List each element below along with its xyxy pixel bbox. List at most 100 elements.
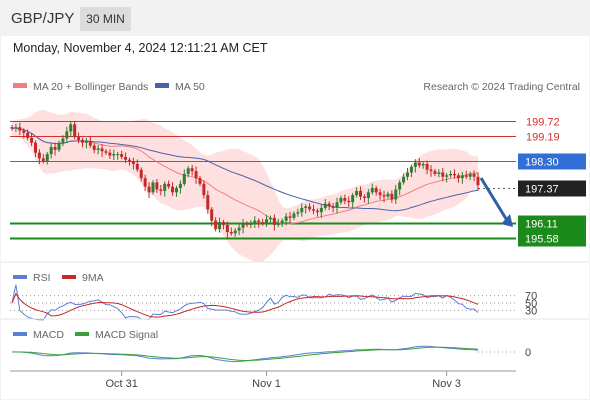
- candle-body: [116, 154, 120, 156]
- candle-body: [261, 222, 265, 224]
- candle-body: [10, 127, 14, 129]
- candle-body: [100, 148, 104, 152]
- candle-body: [69, 124, 73, 132]
- candle-body: [45, 154, 49, 162]
- candle-body: [73, 124, 77, 138]
- ma20-legend-label: MA 20 + Bollinger Bands: [33, 81, 148, 93]
- candle-body: [155, 182, 159, 190]
- candle-body: [468, 173, 472, 177]
- candle-body: [241, 223, 245, 228]
- candle-body: [292, 213, 296, 218]
- candle-body: [417, 162, 421, 166]
- candle-body: [84, 141, 88, 143]
- signal-legend-label: MACD Signal: [95, 329, 158, 341]
- candle-body: [108, 152, 112, 156]
- candle-body: [265, 219, 269, 224]
- candle-body: [171, 186, 175, 193]
- rsi-level-label: 30: [525, 305, 537, 317]
- candle-body: [351, 195, 355, 203]
- price-chart: MA 20 + Bollinger Bands MA 50 Research ©…: [1, 81, 589, 390]
- support-2-label: 195.58: [525, 234, 559, 246]
- candle-body: [210, 209, 214, 221]
- candle-body: [331, 206, 335, 208]
- candle-body: [476, 176, 480, 186]
- candle-body: [88, 141, 92, 146]
- candle-body: [233, 230, 237, 234]
- level-labels-layer: 199.72 199.19 198.30 197.37 196.11 195.58: [518, 117, 586, 247]
- candle-body: [268, 217, 272, 220]
- candle-body: [421, 164, 425, 166]
- candle-body: [257, 220, 261, 223]
- candle-body: [382, 195, 386, 197]
- candle-body: [343, 198, 347, 201]
- candle-body: [272, 217, 276, 225]
- candle-body: [206, 195, 210, 210]
- candle-body: [433, 171, 437, 174]
- candle-body: [374, 188, 378, 193]
- candle-body: [456, 175, 460, 179]
- candle-body: [406, 172, 410, 177]
- candle-body: [120, 154, 124, 157]
- candle-body: [77, 137, 81, 140]
- resistance-1-label: 199.19: [526, 132, 560, 144]
- support-1-label: 196.11: [525, 219, 558, 231]
- candle-body: [335, 202, 339, 208]
- candle-body: [14, 127, 18, 129]
- macd-legend-label: MACD: [33, 329, 64, 341]
- candle-body: [18, 127, 22, 131]
- candle-body: [370, 188, 374, 193]
- candle-body: [167, 183, 171, 187]
- rsi-ma-line: [11, 292, 479, 318]
- candle-body: [398, 182, 402, 190]
- candle-body: [147, 186, 151, 193]
- candle-body: [308, 206, 312, 210]
- candle-body: [178, 183, 182, 189]
- rsi-ma-legend-label: 9MA: [82, 272, 104, 284]
- x-tick-label: Nov 1: [252, 378, 281, 390]
- candle-body: [437, 172, 441, 174]
- macd-level-label: 0: [525, 347, 531, 359]
- candle-body: [65, 131, 69, 139]
- candle-body: [174, 188, 178, 193]
- candle-body: [53, 147, 57, 150]
- candle-body: [49, 147, 53, 155]
- macd-signal-line: [12, 346, 479, 362]
- candle-body: [218, 222, 222, 230]
- candle-body: [441, 172, 445, 177]
- candle-body: [229, 232, 233, 234]
- candle-body: [460, 175, 464, 179]
- candle-body: [112, 154, 116, 156]
- candle-body: [453, 173, 457, 176]
- rsi-panel: 705030: [10, 284, 537, 321]
- candle-body: [296, 212, 300, 214]
- candle-body: [409, 166, 413, 173]
- candle-body: [182, 173, 186, 184]
- candle-body: [347, 200, 351, 203]
- candle-body: [280, 220, 284, 224]
- candle-body: [41, 158, 45, 162]
- candle-body: [139, 169, 143, 179]
- candle-body: [151, 182, 155, 193]
- candle-body: [425, 164, 429, 170]
- candle-body: [22, 130, 26, 133]
- candle-body: [366, 192, 370, 198]
- candle-body: [449, 173, 453, 176]
- candle-body: [319, 207, 323, 213]
- candle-body: [362, 196, 366, 198]
- candle-body: [92, 145, 96, 150]
- candle-body: [390, 193, 394, 200]
- candle-body: [284, 216, 288, 221]
- forecast-arrow: [479, 177, 510, 223]
- candle-body: [276, 223, 280, 225]
- candle-body: [355, 190, 359, 196]
- candle-body: [327, 203, 331, 207]
- credit-text: Research © 2024 Trading Central: [423, 81, 580, 93]
- candle-body: [194, 171, 198, 179]
- candle-body: [221, 222, 225, 225]
- candle-body: [315, 210, 319, 213]
- x-tick-label: Nov 3: [432, 378, 461, 390]
- candle-body: [225, 224, 229, 232]
- candle-body: [127, 159, 131, 162]
- candle-body: [359, 190, 363, 197]
- candle-body: [104, 151, 108, 153]
